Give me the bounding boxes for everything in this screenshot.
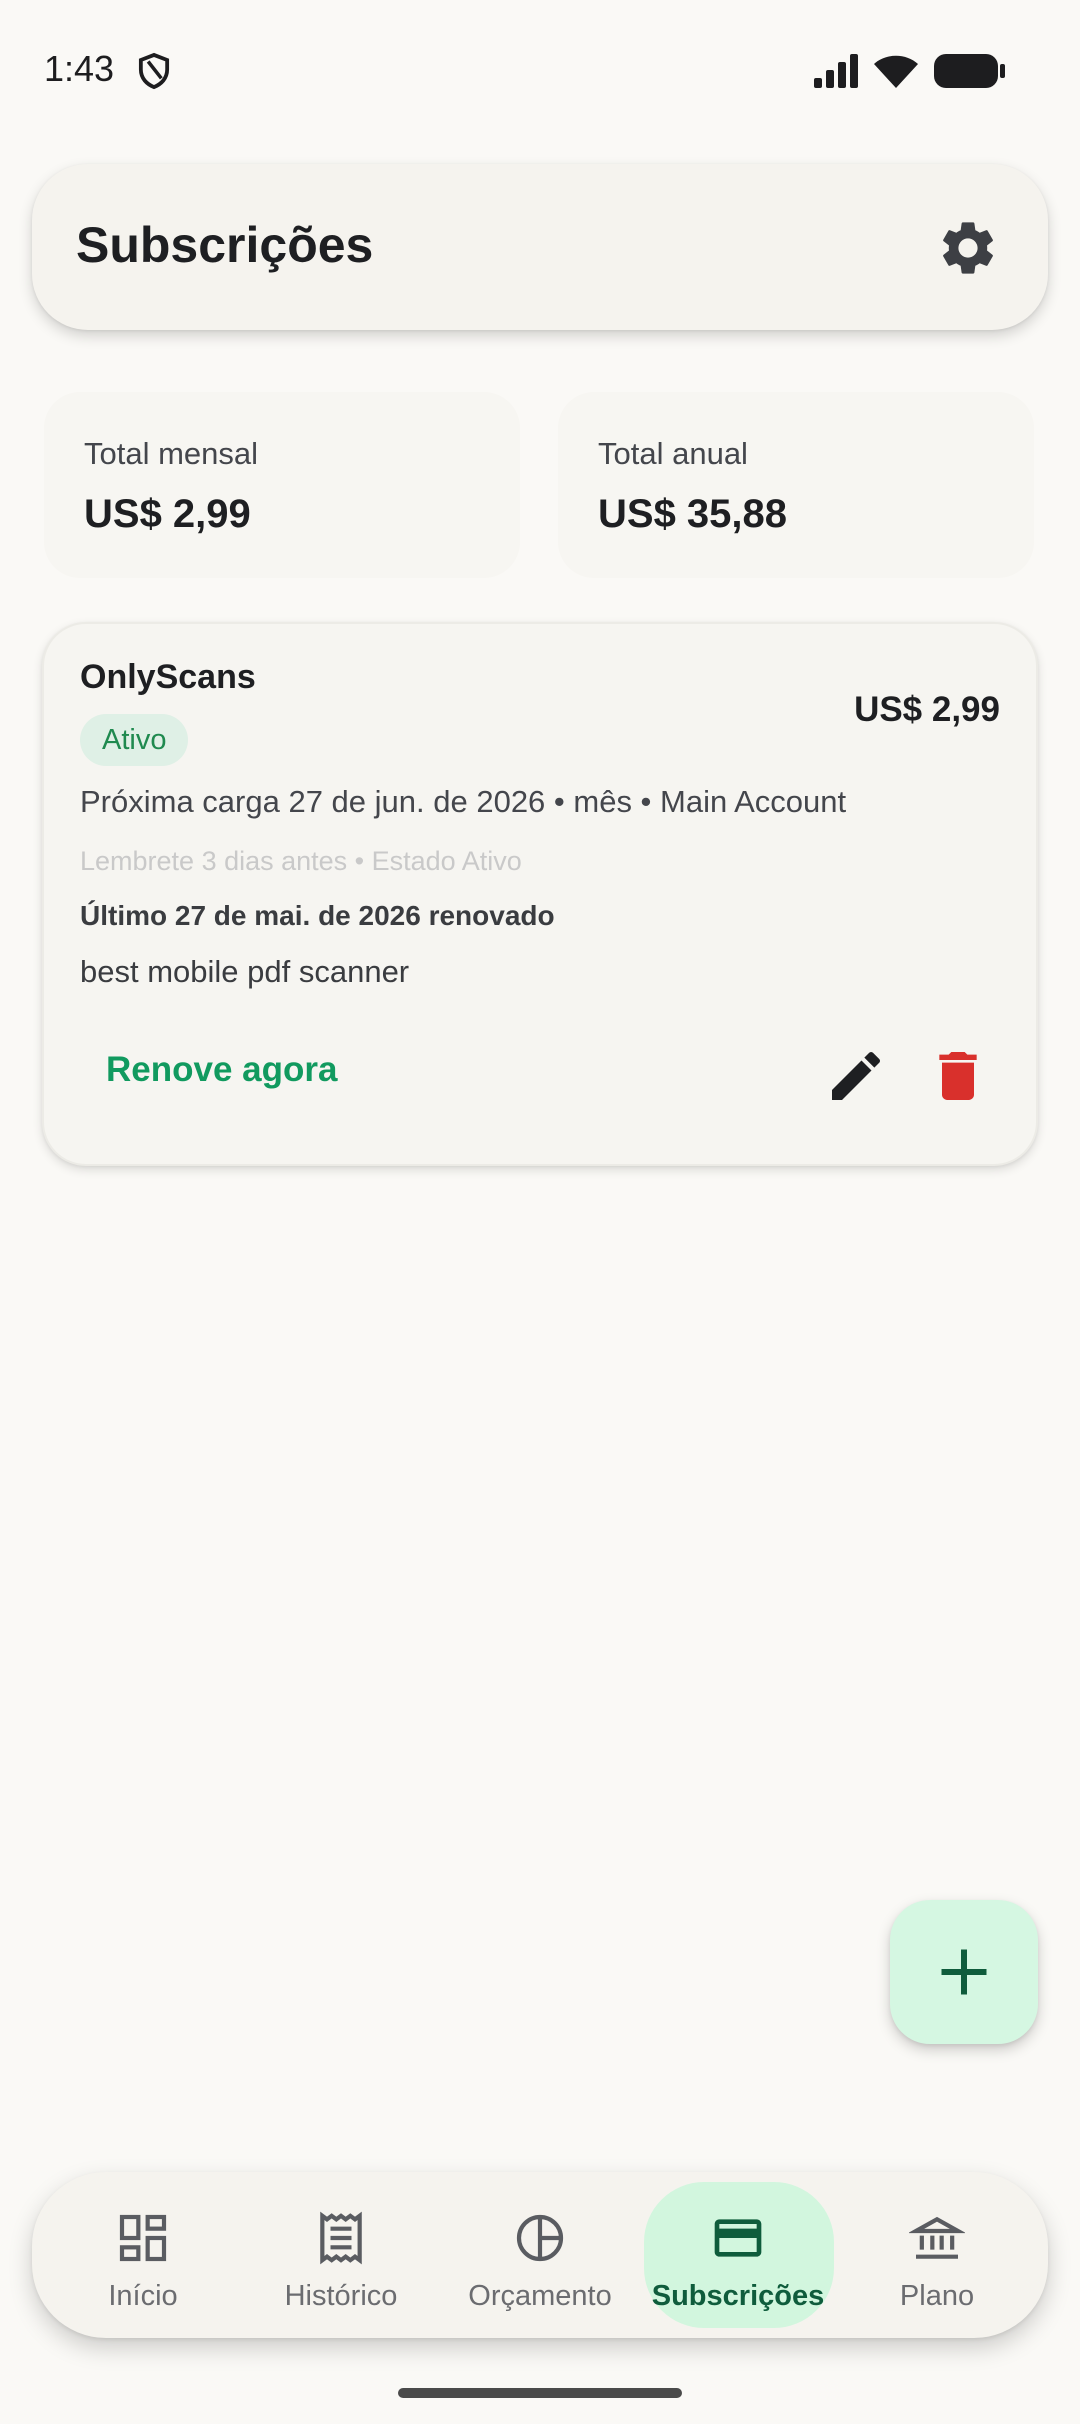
monthly-total-label: Total mensal xyxy=(84,436,259,471)
subscription-note: best mobile pdf scanner xyxy=(80,954,410,989)
app-bar: Subscrições xyxy=(32,164,1048,330)
nav-item-inicio[interactable]: Início xyxy=(43,2172,243,2338)
bottom-navigation: Início Histórico Orçamento Subscrições P… xyxy=(32,2172,1048,2338)
yearly-total-value: US$ 35,88 xyxy=(598,492,788,536)
reminder-text: Lembrete 3 dias antes • Estado Ativo xyxy=(80,846,522,876)
nav-label: Plano xyxy=(899,2280,975,2312)
gear-icon[interactable] xyxy=(936,216,1000,280)
status-badge: Ativo xyxy=(80,714,189,766)
pie-chart-icon xyxy=(516,2214,564,2262)
home-indicator[interactable] xyxy=(398,2388,682,2398)
plus-icon xyxy=(941,1949,987,1995)
nav-label: Histórico xyxy=(284,2280,398,2312)
nav-label: Orçamento xyxy=(468,2280,612,2312)
page-title: Subscrições xyxy=(76,217,374,273)
pencil-icon[interactable] xyxy=(824,1044,888,1108)
dashboard-icon xyxy=(119,2214,167,2262)
trash-icon[interactable] xyxy=(926,1044,990,1108)
nav-item-plano[interactable]: Plano xyxy=(837,2172,1037,2338)
wifi-icon xyxy=(874,55,918,88)
credit-card-icon xyxy=(714,2219,762,2257)
status-time: 1:43 xyxy=(44,48,115,89)
monthly-total-card: Total mensal US$ 2,99 xyxy=(44,392,520,578)
signal-icon xyxy=(814,54,858,88)
yearly-total-card: Total anual US$ 35,88 xyxy=(558,392,1034,578)
receipt-icon xyxy=(320,2211,362,2265)
nav-item-historico[interactable]: Histórico xyxy=(241,2172,441,2338)
nav-item-orcamento[interactable]: Orçamento xyxy=(440,2172,640,2338)
nav-item-subscricoes[interactable]: Subscrições xyxy=(638,2172,838,2338)
shield-icon xyxy=(138,52,170,90)
status-bar: 1:43 xyxy=(0,0,1080,140)
add-subscription-button[interactable] xyxy=(890,1900,1038,2044)
monthly-total-value: US$ 2,99 xyxy=(84,492,251,536)
battery-icon xyxy=(934,54,1005,88)
subscription-card[interactable]: OnlyScans US$ 2,99 Ativo Próxima carga 2… xyxy=(42,622,1038,1166)
totals-section: Total mensal US$ 2,99 Total anual US$ 35… xyxy=(44,392,1036,578)
subscription-price: US$ 2,99 xyxy=(854,690,1000,729)
next-charge-text: Próxima carga 27 de jun. de 2026 • mês •… xyxy=(80,784,847,819)
renew-now-button[interactable]: Renove agora xyxy=(106,1050,337,1090)
bank-icon xyxy=(909,2216,965,2259)
nav-label: Início xyxy=(108,2280,178,2312)
last-renewal-text: Último 27 de mai. de 2026 renovado xyxy=(80,900,555,931)
yearly-total-label: Total anual xyxy=(598,436,748,471)
subscription-name: OnlyScans xyxy=(80,658,256,696)
nav-label: Subscrições xyxy=(651,2280,825,2312)
